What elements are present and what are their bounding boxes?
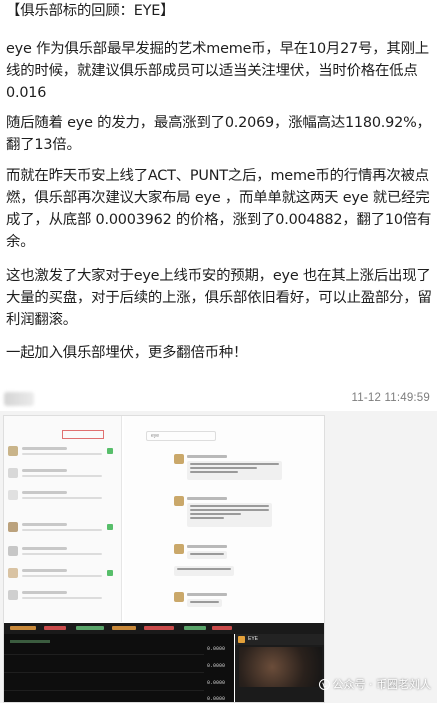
- article-paragraph-3: 而就在昨天币安上线了ACT、PUNT之后，meme币的行情再次被点燃，俱乐部再次…: [6, 168, 432, 250]
- chat-list-item: [8, 444, 116, 460]
- wechat-official-account-icon: [318, 678, 330, 690]
- dashboard-value: 0.0000: [207, 663, 226, 669]
- post-timestamp: 11-12 11:49:59: [351, 392, 430, 404]
- article-paragraph-5: 一起加入俱乐部埋伏，更多翻倍币种！: [6, 345, 248, 361]
- watermark-text: 公众号 · 币圈老刘人: [332, 678, 432, 691]
- chat-list-item: [8, 566, 116, 582]
- article-body: 【俱乐部标的回顾：EYE】 eye 作为俱乐部最早发掘的艺术meme币，早在10…: [0, 0, 437, 371]
- token-image: [239, 647, 322, 687]
- chat-list-panel: [4, 416, 122, 622]
- token-logo-icon: [238, 636, 245, 643]
- chat-list-item: [8, 488, 116, 504]
- dashboard-value: 0.0000: [207, 646, 226, 652]
- ticker-bar: [4, 623, 324, 634]
- chat-list-item: [8, 466, 116, 482]
- token-card: EYE: [235, 634, 324, 702]
- dashboard-value: 0.0000: [207, 680, 226, 686]
- screenshot-window: eye 0.0000 0.0000 0.0000 0.0000 EYE: [3, 415, 325, 703]
- chat-list-item: [8, 520, 116, 536]
- sender-avatar-blurred: [4, 392, 34, 406]
- dashboard-value: 0.0000: [207, 696, 226, 702]
- screenshot-margin: [328, 411, 437, 621]
- token-name: EYE: [248, 636, 259, 642]
- chat-panel: eye: [124, 416, 324, 622]
- price-dashboard: 0.0000 0.0000 0.0000 0.0000: [4, 634, 234, 702]
- highlight-box: [62, 430, 104, 439]
- article-paragraph-4: 这也激发了大家对于eye上线币安的预期，eye 也在其上涨后出现了大量的买盘，对…: [6, 268, 432, 328]
- article-paragraph-1: eye 作为俱乐部最早发掘的艺术meme币，早在10月27号，其刚上线的时候，就…: [6, 41, 429, 101]
- watermark: 公众号 · 币圈老刘人: [318, 676, 432, 692]
- chat-list-item: [8, 588, 116, 604]
- chat-list-item: [8, 544, 116, 560]
- chat-search-field: eye: [146, 431, 216, 441]
- article-paragraph-2: 随后随着 eye 的发力，最高涨到了0.2069，涨幅高达1180.92%，翻了…: [6, 115, 431, 153]
- article-heading: 【俱乐部标的回顾：EYE】: [6, 3, 175, 19]
